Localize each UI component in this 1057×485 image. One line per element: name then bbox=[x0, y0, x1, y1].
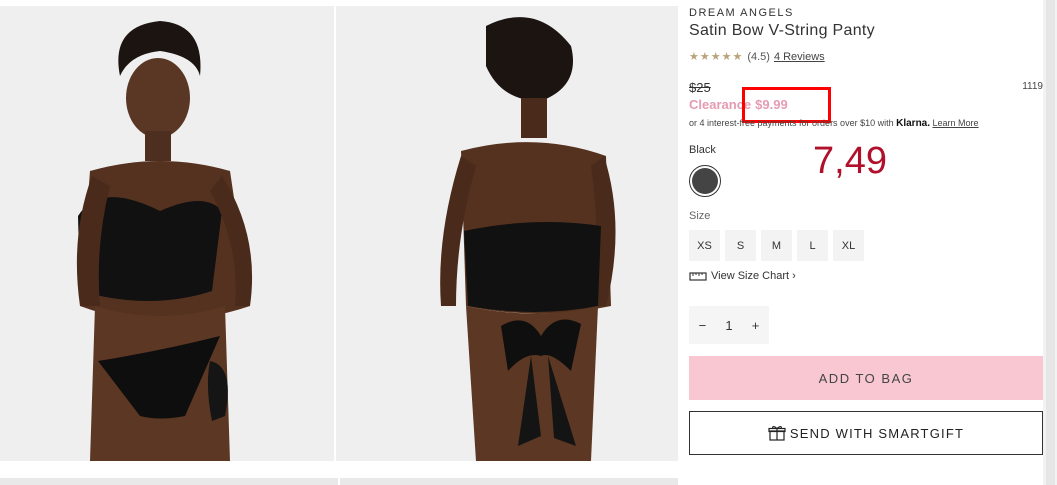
product-rating: ★★★★★ (4.5) 4 Reviews bbox=[689, 50, 825, 64]
page-scrollbar[interactable] bbox=[1043, 0, 1057, 485]
product-image-front[interactable] bbox=[0, 6, 334, 461]
product-image-back[interactable] bbox=[336, 6, 678, 461]
decrease-quantity-button[interactable]: − bbox=[699, 318, 707, 333]
smartgift-label: SEND WITH SMARTGIFT bbox=[789, 425, 965, 441]
size-option-xs[interactable]: XS bbox=[689, 230, 720, 261]
product-image-gallery bbox=[0, 6, 678, 461]
size-chart-link[interactable]: View Size Chart › bbox=[689, 270, 796, 282]
rating-value: (4.5) bbox=[747, 50, 770, 63]
original-price: $25 bbox=[689, 80, 711, 95]
size-label: Size bbox=[689, 210, 711, 222]
product-title: Satin Bow V-String Panty bbox=[689, 22, 875, 39]
quantity-value: 1 bbox=[725, 317, 733, 333]
product-details-panel: DREAM ANGELS Satin Bow V-String Panty ★★… bbox=[689, 0, 1043, 485]
handwritten-price-note: 7,49 bbox=[813, 140, 887, 182]
gift-icon bbox=[768, 425, 786, 441]
klarna-installment-info: or 4 interest-free payments for orders o… bbox=[689, 118, 979, 129]
size-option-l[interactable]: L bbox=[797, 230, 828, 261]
color-swatch-black[interactable] bbox=[689, 165, 721, 197]
size-chart-label: View Size Chart › bbox=[711, 270, 796, 282]
send-with-smartgift-button[interactable]: SEND WITH SMARTGIFT bbox=[689, 411, 1043, 455]
increase-quantity-button[interactable]: + bbox=[752, 318, 760, 333]
size-option-m[interactable]: M bbox=[761, 230, 792, 261]
ruler-icon bbox=[689, 272, 707, 281]
product-sku: 1119 bbox=[1022, 81, 1043, 92]
reviews-link[interactable]: 4 Reviews bbox=[774, 51, 825, 63]
quantity-stepper: − 1 + bbox=[689, 306, 769, 344]
thumbnail-strip bbox=[0, 478, 678, 485]
size-option-s[interactable]: S bbox=[725, 230, 756, 261]
product-brand: DREAM ANGELS bbox=[689, 7, 794, 19]
rating-stars-icon: ★★★★★ bbox=[689, 51, 744, 63]
thumbnail[interactable] bbox=[340, 478, 678, 485]
color-label: Black bbox=[689, 144, 716, 156]
swatch-fill bbox=[692, 168, 718, 194]
klarna-logo: Klarna. bbox=[896, 118, 931, 129]
scrollbar-thumb[interactable] bbox=[1046, 0, 1055, 485]
klarna-text: or 4 interest-free payments for orders o… bbox=[689, 118, 894, 128]
klarna-learn-more-link[interactable]: Learn More bbox=[933, 118, 979, 128]
size-options: XS S M L XL bbox=[689, 230, 864, 261]
add-to-bag-button[interactable]: ADD TO BAG bbox=[689, 356, 1043, 400]
thumbnail[interactable] bbox=[0, 478, 338, 485]
size-option-xl[interactable]: XL bbox=[833, 230, 864, 261]
